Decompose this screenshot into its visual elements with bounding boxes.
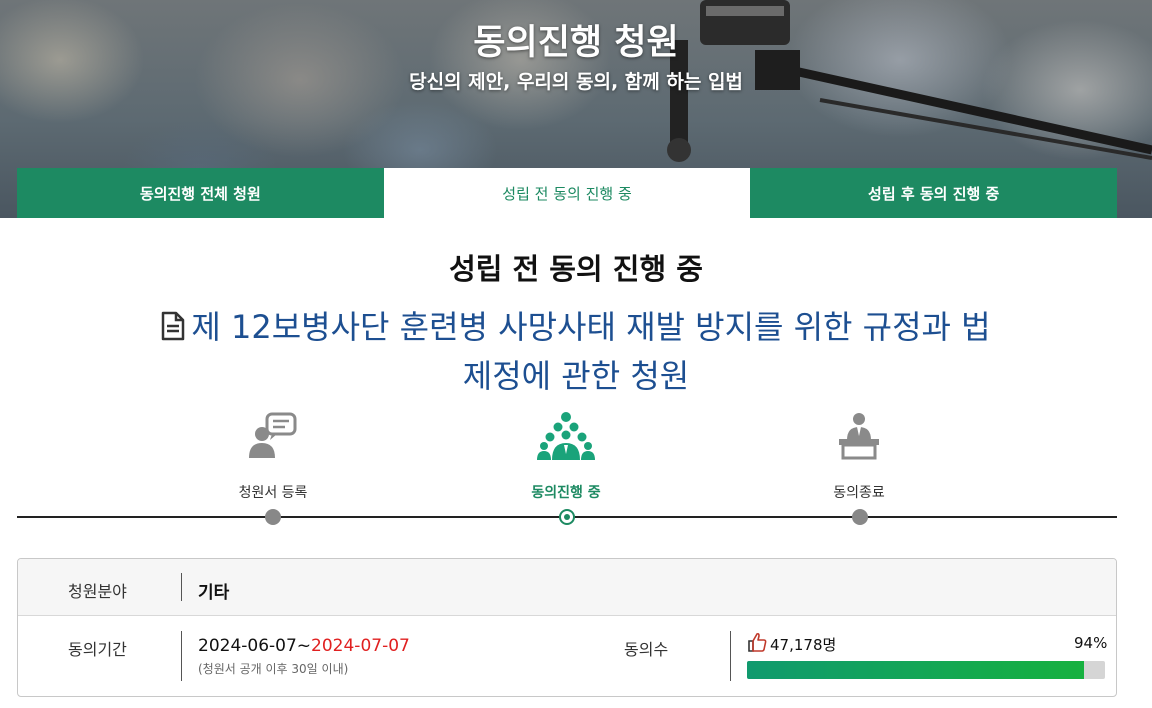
step-label-registration: 청원서 등록: [238, 485, 308, 501]
period-end: 2024-07-07: [311, 636, 410, 656]
agreement-progress-fill: [747, 661, 1084, 679]
hero-banner: 동의진행 청원 당신의 제안, 우리의 동의, 함께 하는 입법 동의진행 전체…: [0, 0, 1152, 218]
section-title: 성립 전 동의 진행 중: [449, 252, 703, 286]
divider: [181, 573, 182, 601]
percent-text: 94%: [1074, 634, 1108, 652]
tab-all-petitions[interactable]: 동의진행 전체 청원: [17, 168, 384, 218]
period-dates: 2024-06-07~2024-07-07: [198, 636, 410, 656]
step-registration: 청원서 등록: [193, 410, 353, 501]
step-label-closed: 동의종료: [833, 485, 885, 501]
period-label: 동의기간: [68, 640, 127, 659]
podium-speaker-icon: [839, 413, 879, 460]
field-value: 기타: [198, 583, 230, 603]
timeline-dot-closed: [852, 509, 868, 525]
timeline-dot-in-progress: [559, 509, 575, 525]
petition-title[interactable]: 제 12보병사단 훈련병 사망사태 재발 방지를 위한 규정과 법 제정에 관한…: [100, 304, 1052, 399]
period-start: 2024-06-07~: [198, 636, 312, 656]
step-label-in-progress: 동의진행 중: [531, 485, 601, 501]
petition-title-line1: 제 12보병사단 훈련병 사망사태 재발 방지를 위한 규정과 법: [191, 308, 991, 346]
hero-subtitle: 당신의 제안, 우리의 동의, 함께 하는 입법: [409, 71, 743, 93]
count-label: 동의수: [624, 640, 669, 659]
hero-title: 동의진행 청원: [473, 23, 679, 63]
field-label: 청원분야: [68, 582, 127, 601]
agreement-progress-bar: [747, 661, 1105, 679]
timeline-dot-registration: [265, 509, 281, 525]
group-people-icon: [537, 412, 595, 460]
step-in-progress: 동의진행 중: [486, 410, 646, 501]
divider: [181, 631, 182, 681]
tab-before-establishment[interactable]: 성립 전 동의 진행 중: [383, 168, 751, 218]
petition-tabs: 동의진행 전체 청원 성립 전 동의 진행 중 성립 후 동의 진행 중: [17, 168, 1118, 218]
period-note: (청원서 공개 이후 30일 이내): [198, 662, 349, 676]
step-closed: 동의종료: [779, 410, 939, 501]
speech-person-icon: [249, 412, 297, 458]
thumbs-up-icon: [747, 632, 767, 656]
petition-title-line2: 제정에 관한 청원: [462, 357, 690, 395]
tab-after-establishment[interactable]: 성립 후 동의 진행 중: [750, 168, 1118, 218]
document-icon: [161, 307, 185, 353]
count-value: 47,178명: [770, 636, 837, 654]
info-row-field: 청원분야 기타: [18, 559, 1116, 616]
divider: [730, 631, 731, 681]
petition-info-table: 청원분야 기타 동의기간 2024-06-07~2024-07-07 (청원서 …: [17, 558, 1117, 697]
